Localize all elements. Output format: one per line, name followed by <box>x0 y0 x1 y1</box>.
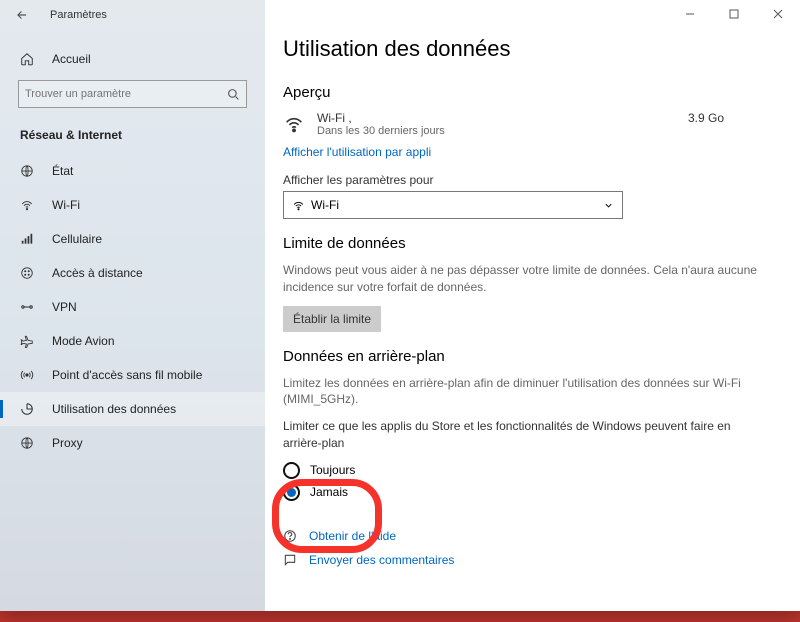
overview-value: 3.9 Go <box>688 111 724 125</box>
set-limit-button[interactable]: Établir la limite <box>283 306 381 332</box>
radio-always[interactable]: Toujours <box>283 462 764 479</box>
nav-category: Réseau & Internet <box>0 118 265 150</box>
sidebar-item-status[interactable]: État <box>0 154 265 188</box>
search-input[interactable] <box>18 80 247 108</box>
overview-period: Dans les 30 derniers jours <box>317 125 688 137</box>
radio-label: Jamais <box>310 485 348 499</box>
help-link[interactable]: Obtenir de l'aide <box>283 529 764 543</box>
radio-icon <box>283 484 300 501</box>
help-label: Obtenir de l'aide <box>309 529 396 543</box>
sidebar-item-data-usage[interactable]: Utilisation des données <box>0 392 265 426</box>
sidebar: Paramètres Accueil Réseau & Internet Éta… <box>0 0 265 611</box>
cellular-icon <box>20 232 36 246</box>
main-content: Utilisation des données Aperçu Wi-Fi , D… <box>265 0 800 611</box>
feedback-icon <box>283 553 301 567</box>
maximize-icon <box>729 9 739 19</box>
sidebar-item-label: VPN <box>52 300 77 314</box>
proxy-icon <box>20 436 36 450</box>
minimize-button[interactable] <box>668 0 712 28</box>
radio-never[interactable]: Jamais <box>283 484 764 501</box>
search-field[interactable] <box>25 88 227 100</box>
sidebar-item-airplane[interactable]: Mode Avion <box>0 324 265 358</box>
overview-network: Wi-Fi , <box>317 111 688 125</box>
sidebar-item-vpn[interactable]: VPN <box>0 290 265 324</box>
vpn-icon <box>20 300 36 314</box>
globe-icon <box>20 164 36 178</box>
background-heading: Données en arrière-plan <box>283 348 764 365</box>
sidebar-item-hotspot[interactable]: Point d'accès sans fil mobile <box>0 358 265 392</box>
dialup-icon <box>20 266 36 280</box>
radio-icon <box>283 462 300 479</box>
radio-label: Toujours <box>310 463 355 477</box>
sidebar-item-wifi[interactable]: Wi-Fi <box>0 188 265 222</box>
feedback-link[interactable]: Envoyer des commentaires <box>283 553 764 567</box>
sidebar-item-label: Point d'accès sans fil mobile <box>52 368 202 382</box>
airplane-icon <box>20 334 36 348</box>
window-title: Paramètres <box>50 9 107 21</box>
maximize-button[interactable] <box>712 0 756 28</box>
background-desc1: Limitez les données en arrière-plan afin… <box>283 375 764 409</box>
wifi-icon <box>283 113 307 135</box>
search-icon <box>227 88 240 101</box>
page-title: Utilisation des données <box>283 36 764 62</box>
per-app-link[interactable]: Afficher l'utilisation par appli <box>283 145 764 159</box>
chevron-down-icon <box>603 200 614 211</box>
sidebar-item-label: Wi-Fi <box>52 198 80 212</box>
sidebar-item-label: Accès à distance <box>52 266 143 280</box>
sidebar-item-label: Mode Avion <box>52 334 115 348</box>
minimize-icon <box>685 9 695 19</box>
select-value: Wi-Fi <box>311 198 339 212</box>
back-button[interactable] <box>12 5 32 25</box>
home-label: Accueil <box>52 52 91 66</box>
data-usage-icon <box>20 402 36 416</box>
limit-desc: Windows peut vous aider à ne pas dépasse… <box>283 262 764 296</box>
sidebar-item-label: Cellulaire <box>52 232 102 246</box>
overview-heading: Aperçu <box>283 84 764 101</box>
feedback-label: Envoyer des commentaires <box>309 553 454 567</box>
settings-for-label: Afficher les paramètres pour <box>283 173 764 187</box>
hotspot-icon <box>20 368 36 382</box>
sidebar-item-label: État <box>52 164 73 178</box>
home-nav[interactable]: Accueil <box>0 44 265 74</box>
sidebar-item-label: Utilisation des données <box>52 402 176 416</box>
sidebar-item-dialup[interactable]: Accès à distance <box>0 256 265 290</box>
network-select[interactable]: Wi-Fi <box>283 191 623 219</box>
limit-heading: Limite de données <box>283 235 764 252</box>
background-desc2: Limiter ce que les applis du Store et le… <box>283 418 764 452</box>
sidebar-item-label: Proxy <box>52 436 83 450</box>
sidebar-item-cellular[interactable]: Cellulaire <box>0 222 265 256</box>
nav-list: État Wi-Fi Cellulaire Accès à distance V… <box>0 154 265 460</box>
home-icon <box>20 52 36 66</box>
sidebar-item-proxy[interactable]: Proxy <box>0 426 265 460</box>
close-icon <box>773 9 783 19</box>
help-icon <box>283 529 301 543</box>
wifi-icon <box>292 199 305 212</box>
close-button[interactable] <box>756 0 800 28</box>
wifi-icon <box>20 198 36 212</box>
arrow-left-icon <box>15 8 29 22</box>
